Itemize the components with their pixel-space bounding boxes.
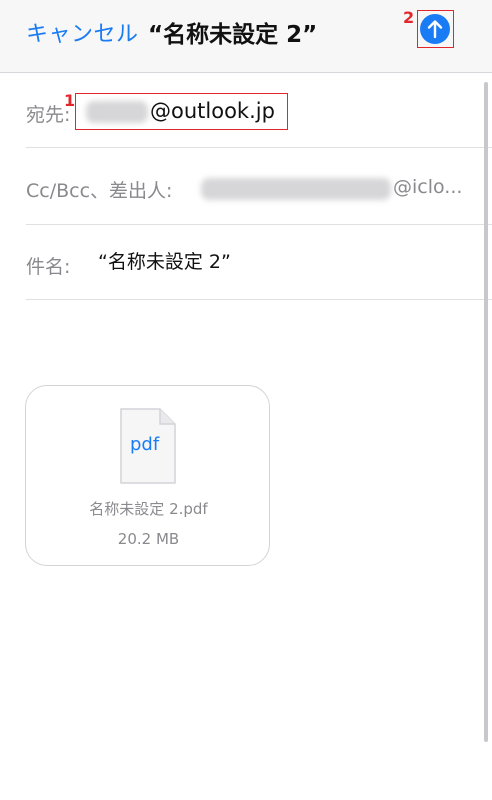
pdf-attachment-card[interactable]: pdf 名称未設定 2.pdf 20.2 MB — [25, 385, 270, 566]
compose-title: “名称未設定 2” — [148, 22, 318, 48]
redacted-username — [86, 101, 148, 123]
attachment-file-name: 名称未設定 2.pdf — [89, 500, 208, 518]
subject-row[interactable]: 件名: “名称未設定 2” — [26, 225, 492, 300]
send-button[interactable] — [420, 14, 450, 44]
arrow-up-icon — [427, 20, 443, 39]
pdf-icon-label: pdf — [130, 434, 160, 455]
cc-bcc-label: Cc/Bcc、差出人: — [26, 180, 173, 202]
to-field-row[interactable]: 宛先: @outlook.jp — [26, 73, 492, 148]
to-address-domain[interactable]: @outlook.jp — [150, 99, 275, 123]
cancel-button[interactable]: キャンセル — [26, 16, 139, 48]
attachment-file-size: 20.2 MB — [117, 530, 180, 548]
sender-address-suffix: @iclo... — [393, 176, 463, 198]
subject-label: 件名: — [26, 256, 71, 278]
subject-value[interactable]: “名称未設定 2” — [98, 247, 231, 274]
redacted-sender — [201, 178, 391, 200]
navigation-bar: キャンセル “名称未設定 2” — [0, 0, 492, 73]
annotation-number-2: 2 — [403, 8, 415, 27]
scrollbar[interactable] — [484, 82, 488, 742]
annotation-number-1: 1 — [64, 91, 76, 110]
cc-bcc-from-row[interactable]: Cc/Bcc、差出人: @iclo... — [26, 150, 492, 225]
